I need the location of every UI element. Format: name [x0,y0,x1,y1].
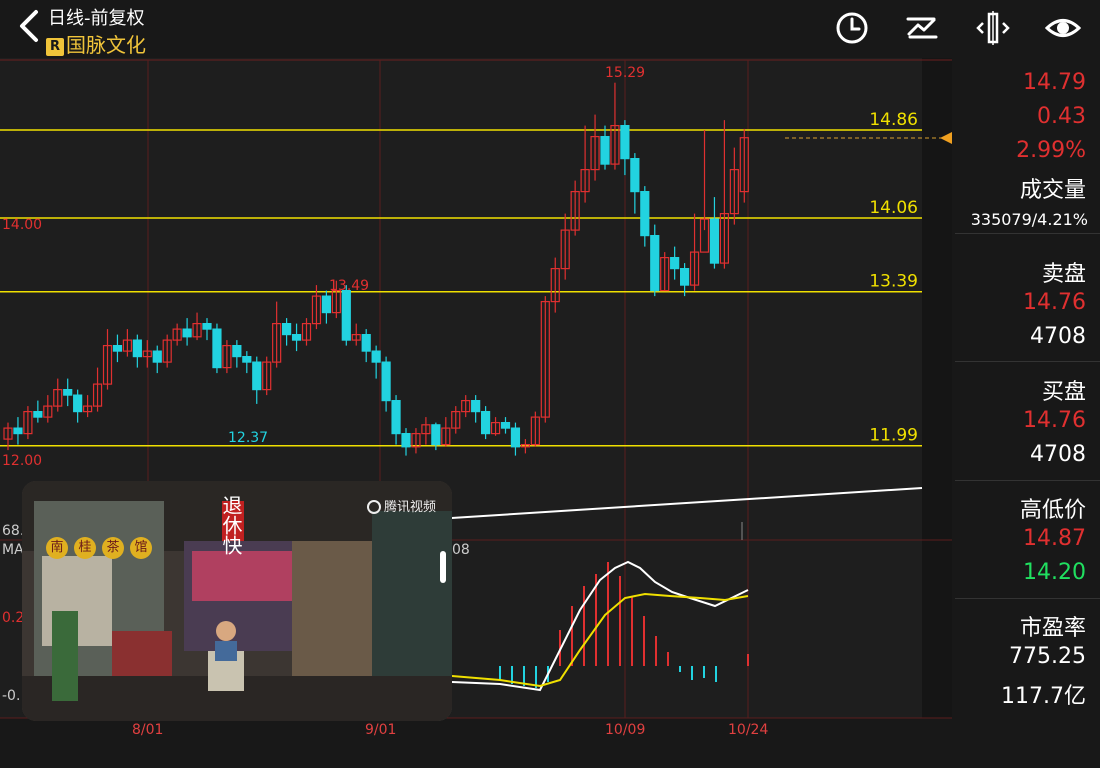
quote-panel: 14.79 0.43 2.99% 成交量 335079/4.21% 卖盘 14.… [952,58,1100,718]
ask-volume: 4708 [1030,324,1086,349]
candlestick [650,224,660,297]
high-price: 14.87 [1023,526,1086,551]
shop-sign-char: 馆 [130,537,152,559]
market-cap: 117.7亿 [1001,684,1086,709]
pe-label: 市盈率 [1019,616,1086,641]
pip-drag-handle[interactable] [440,551,446,583]
video-pip-window[interactable]: 退休快 南 桂 茶 馆 腾讯视频 [22,481,452,721]
x-label-sep: 9/01 [365,722,397,738]
top-bar: 日线-前复权 R 国脉文化 [0,0,1100,58]
indicator-label-1: 68. [2,523,24,539]
price-level-label: 14.86 [869,110,918,130]
macd-axis-label-1: 0.2 [2,610,24,626]
left-price-label-1: 14.00 [2,217,42,233]
panel-divider [955,598,1100,599]
x-label-oct24: 10/24 [728,722,769,738]
candlestick [212,323,222,374]
macd-axis-label-2: -0. [2,688,20,704]
draw-line-icon[interactable] [904,10,940,46]
watermark-text: 腾讯视频 [384,500,437,515]
panel-divider [955,361,1100,362]
bid-label: 买盘 [1041,380,1086,405]
stock-name: R 国脉文化 [46,29,146,58]
indicator-label-2: MA [2,542,24,558]
x-label-aug: 8/01 [132,722,164,738]
panel-divider [955,480,1100,481]
bid-price: 14.76 [1023,408,1086,433]
price-level-label: 13.39 [869,272,918,292]
x-label-oct9: 10/09 [605,722,646,738]
resize-h-icon[interactable] [975,10,1011,46]
last-price: 14.79 [1023,70,1086,95]
price-level-label: 14.06 [869,198,918,218]
candlestick [341,285,351,346]
tencent-video-watermark: 腾讯视频 [367,496,436,515]
ask-label: 卖盘 [1041,262,1086,287]
trough-label: 12.37 [228,430,268,446]
clock-icon[interactable] [834,10,870,46]
r-badge: R [46,38,64,56]
peak-label-mid: 13.49 [329,278,369,294]
bid-volume: 4708 [1030,442,1086,467]
high-low-label: 高低价 [1019,498,1086,523]
panel-divider [955,233,1100,234]
volume-label: 成交量 [1019,178,1086,203]
stock-name-text: 国脉文化 [66,33,146,57]
ask-price: 14.76 [1023,290,1086,315]
shop-sign-char: 南 [46,537,68,559]
tencent-video-logo-icon [367,500,381,514]
shop-sign-char: 桂 [74,537,96,559]
price-level-label: 11.99 [869,426,918,446]
volume-value: 335079/4.21% [970,210,1088,229]
back-arrow-icon[interactable] [14,6,44,46]
video-banner: 退休快 [219,495,243,555]
left-price-label-2: 12.00 [2,453,42,469]
price-change: 0.43 [1037,104,1086,129]
shop-sign-char: 茶 [102,537,124,559]
eye-icon[interactable] [1045,10,1081,46]
low-price: 14.20 [1023,560,1086,585]
chart-period-title[interactable]: 日线-前复权 [48,4,145,30]
price-change-pct: 2.99% [1016,138,1086,163]
pe-value: 775.25 [1009,644,1086,669]
candlestick [481,406,491,440]
indicator-label-3: 08 [452,542,470,558]
peak-label-high: 15.29 [605,65,645,81]
shop-sign: 南 桂 茶 馆 [46,537,152,559]
